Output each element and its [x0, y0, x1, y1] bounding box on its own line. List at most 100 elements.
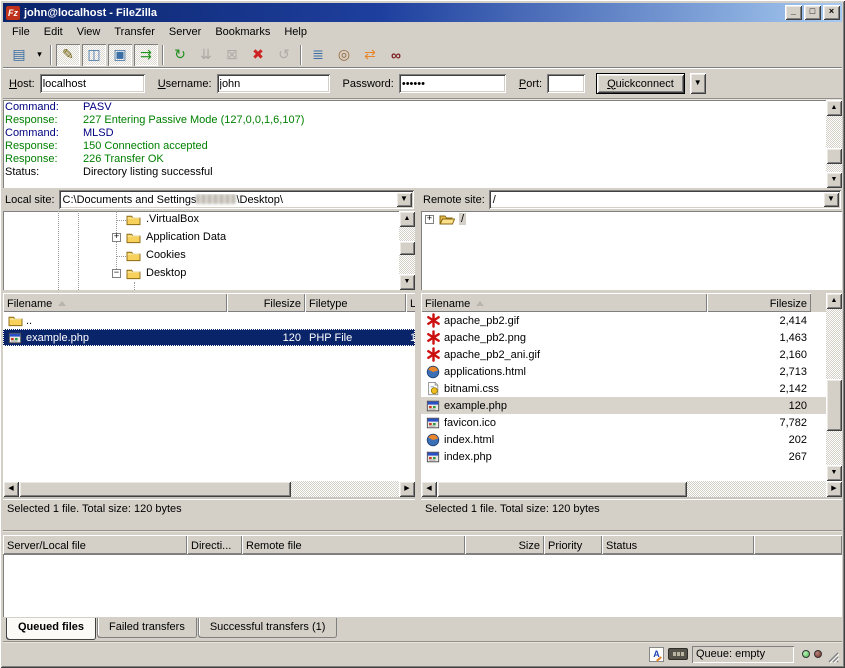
remote-file-row-applications-html[interactable]: applications.html2,713 [421, 363, 826, 380]
remote-path: / [489, 194, 821, 206]
quickconnect-button[interactable]: Quickconnect [596, 73, 685, 94]
remote-file-row-bitnami-css[interactable]: bitnami.css2,142 [421, 380, 826, 397]
remote-file-row-apache-pb2-gif[interactable]: apache_pb2.gif2,414 [421, 312, 826, 329]
cancel-operation-button[interactable]: ⊠ [220, 44, 244, 66]
quickconnect-bar: Host: Username: Password: Port: Quickcon… [3, 68, 842, 100]
remote-file-row-apache-pb2-png[interactable]: apache_pb2.png1,463 [421, 329, 826, 346]
speedlimit-icon[interactable] [668, 648, 688, 660]
host-input[interactable] [40, 74, 145, 93]
remote-list-scrollbar[interactable]: ▲ ▼ [826, 293, 842, 481]
scroll-down-icon[interactable]: ▼ [399, 274, 415, 290]
column-header-filesize[interactable]: Filesize [707, 293, 811, 312]
remote-file-row-favicon-ico[interactable]: favicon.ico7,782 [421, 414, 826, 431]
local-file-row-example-php[interactable]: example.php120PHP File1 [3, 329, 415, 346]
menu-bookmarks[interactable]: Bookmarks [208, 24, 277, 41]
sync-browse-button[interactable]: ⇄ [358, 44, 382, 66]
tab-queued-files[interactable]: Queued files [6, 618, 96, 640]
scroll-down-icon[interactable]: ▼ [826, 465, 842, 481]
queue-column-size[interactable]: Size [465, 535, 544, 554]
local-tree-scroll-thumb[interactable] [399, 241, 415, 255]
tab-successful-transfers-1-[interactable]: Successful transfers (1) [198, 618, 338, 638]
reconnect-button[interactable]: ↺ [272, 44, 296, 66]
resize-grip[interactable] [826, 650, 839, 663]
expand-icon[interactable]: + [425, 215, 434, 224]
remote-file-row-index-html[interactable]: index.html202 [421, 431, 826, 448]
collapse-icon[interactable]: − [112, 269, 121, 278]
toggle-local-tree-button[interactable]: ◫ [82, 44, 106, 66]
remote-file-row-example-php[interactable]: example.php120 [421, 397, 826, 414]
tree-item-root[interactable]: +/ [421, 211, 842, 229]
app-icon[interactable]: Fz [6, 6, 20, 20]
remote-site-combo[interactable]: / ▼ [489, 190, 841, 209]
toggle-message-log-button[interactable]: ✎ [56, 44, 80, 66]
scroll-left-icon[interactable]: ◀ [421, 481, 437, 497]
queue-column-remote-file[interactable]: Remote file [242, 535, 465, 554]
local-tree-scrollbar[interactable]: ▲ ▼ [399, 211, 415, 290]
minimize-button[interactable]: _ [785, 5, 802, 20]
menu-help[interactable]: Help [277, 24, 314, 41]
column-header-filename[interactable]: Filename [421, 293, 707, 312]
column-header-filetype[interactable]: Filetype [305, 293, 406, 312]
menu-view[interactable]: View [70, 24, 108, 41]
menu-edit[interactable]: Edit [37, 24, 70, 41]
menu-transfer[interactable]: Transfer [107, 24, 162, 41]
queue-column-server-local-file[interactable]: Server/Local file [3, 535, 187, 554]
file-cell-text: 2,142 [779, 383, 807, 395]
scroll-up-icon[interactable]: ▲ [826, 293, 842, 309]
log-scroll-thumb[interactable] [826, 148, 842, 164]
file-cell-size: 120 [707, 400, 811, 412]
filter-button[interactable]: ≣ [306, 44, 330, 66]
scroll-up-icon[interactable]: ▲ [399, 211, 415, 227]
quickconnect-dropdown[interactable]: ▼ [690, 73, 706, 94]
chevron-down-icon[interactable]: ▼ [823, 192, 839, 207]
column-header-l[interactable]: L [406, 293, 415, 312]
tree-item-application-data[interactable]: +Application Data [3, 229, 399, 247]
scroll-left-icon[interactable]: ◀ [3, 481, 19, 497]
remote-list-scroll-thumb[interactable] [826, 379, 842, 431]
column-header-filename[interactable]: Filename [3, 293, 227, 312]
maximize-button[interactable]: □ [804, 5, 821, 20]
queue-column-status[interactable]: Status [602, 535, 754, 554]
tab-failed-transfers[interactable]: Failed transfers [97, 618, 197, 638]
scroll-right-icon[interactable]: ▶ [399, 481, 415, 497]
queue-column-empty[interactable] [754, 535, 842, 554]
local-hscroll-thumb[interactable] [19, 481, 291, 497]
site-manager-button[interactable]: ▤ [7, 44, 31, 66]
chevron-down-icon[interactable]: ▼ [396, 192, 412, 207]
close-button[interactable]: × [823, 5, 840, 20]
scroll-up-icon[interactable]: ▲ [826, 100, 842, 116]
toggle-remote-tree-button[interactable]: ▣ [108, 44, 132, 66]
scroll-down-icon[interactable]: ▼ [826, 172, 842, 188]
remote-file-row-apache-pb2-ani-gif[interactable]: apache_pb2_ani.gif2,160 [421, 346, 826, 363]
compare-button[interactable]: ◎ [332, 44, 356, 66]
menu-file[interactable]: File [5, 24, 37, 41]
local-file-row--[interactable]: .. [3, 312, 415, 329]
site-manager-dropdown[interactable]: ▾ [33, 44, 46, 66]
remote-file-row-index-php[interactable]: index.php267 [421, 448, 826, 465]
expand-icon[interactable]: + [112, 233, 121, 242]
queue-column-directi-[interactable]: Directi... [187, 535, 242, 554]
queue-column-label: Priority [548, 540, 582, 552]
port-input[interactable] [547, 74, 585, 93]
scroll-right-icon[interactable]: ▶ [826, 481, 842, 497]
local-horizontal-scrollbar[interactable]: ◀ ▶ [3, 481, 415, 497]
column-header-filesize[interactable]: Filesize [227, 293, 305, 312]
disconnect-button[interactable]: ✖ [246, 44, 270, 66]
password-input[interactable] [399, 74, 506, 93]
toggle-queue-button[interactable]: ⇉ [134, 44, 158, 66]
tree-item--virtualbox[interactable]: .VirtualBox [3, 211, 399, 229]
local-site-combo[interactable]: C:\Documents and Settings\Desktop\ ▼ [59, 190, 414, 209]
remote-horizontal-scrollbar[interactable]: ◀ ▶ [421, 481, 842, 497]
username-input[interactable] [217, 74, 330, 93]
filter-icon: ≣ [312, 46, 324, 63]
log-vertical-scrollbar[interactable]: ▲ ▼ [826, 100, 842, 188]
menu-server[interactable]: Server [162, 24, 208, 41]
tree-item-cookies[interactable]: Cookies [3, 247, 399, 265]
remote-hscroll-thumb[interactable] [437, 481, 687, 497]
transfer-type-icon[interactable]: A [649, 647, 664, 662]
find-button[interactable]: ∞ [384, 44, 408, 66]
process-queue-button[interactable]: ⇊ [194, 44, 218, 66]
queue-column-priority[interactable]: Priority [544, 535, 602, 554]
tree-item-desktop[interactable]: −Desktop [3, 265, 399, 283]
refresh-button[interactable]: ↻ [168, 44, 192, 66]
